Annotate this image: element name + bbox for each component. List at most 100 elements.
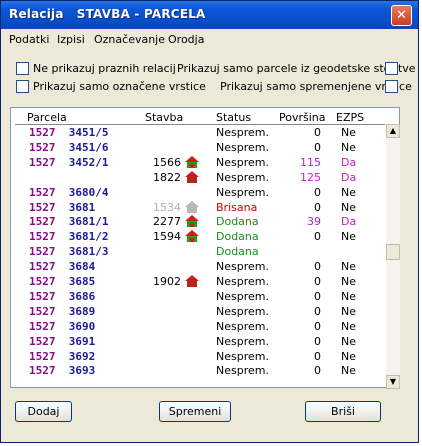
- add-button[interactable]: Dodaj: [15, 401, 72, 422]
- parcel-number: 3693: [68, 364, 96, 378]
- ezps-cell: Ne: [341, 275, 356, 288]
- status-cell: Nesprem.: [216, 170, 269, 184]
- building-cell: 1822: [153, 170, 181, 184]
- table-row[interactable]: 1822 Nesprem. 125 Da: [11, 170, 383, 185]
- status-cell: Brisana: [216, 200, 258, 214]
- status-cell: Dodana: [216, 230, 259, 244]
- area-cell: 0: [314, 140, 321, 154]
- area-cell: 0: [314, 185, 321, 199]
- parcel-cell: 1527 3451/5: [29, 126, 109, 139]
- status-cell: Nesprem.: [216, 289, 269, 303]
- status-cell: Nesprem.: [216, 334, 269, 348]
- area-cell: 0: [314, 349, 321, 363]
- relacija-window: Relacija STAVBA - PARCELA ✕ Podatki Izpi…: [0, 0, 419, 443]
- table-row[interactable]: 1527 3693 Nesprem. 0 Ne: [11, 363, 383, 378]
- building-cell: 1534: [153, 200, 181, 214]
- table-row[interactable]: 1527 3690 Nesprem. 0 Ne: [11, 319, 383, 334]
- cadastral-community-code: 1527: [29, 155, 56, 169]
- header-status[interactable]: Status: [216, 111, 251, 124]
- header-parcela[interactable]: Parcela: [27, 111, 67, 124]
- cadastral-community-code: 1527: [29, 319, 56, 333]
- cadastral-community-code: 1527: [29, 200, 56, 214]
- ezps-cell: Ne: [341, 140, 356, 154]
- ezps-cell: Ne: [341, 230, 356, 244]
- menu-oznacevanje[interactable]: Označevanje: [94, 33, 165, 46]
- ezps-cell: Ne: [341, 126, 356, 139]
- cadastral-community-code: 1527: [29, 304, 56, 318]
- parcel-cell: 1527 3693: [29, 364, 95, 377]
- table-row[interactable]: 1527 3692 Nesprem. 0 Ne: [11, 349, 383, 364]
- cadastral-community-code: 1527: [29, 230, 56, 244]
- parcel-number: 3681/2: [68, 230, 109, 244]
- only-marked-rows-checkbox[interactable]: [16, 80, 29, 93]
- only-changed-rows-checkbox[interactable]: [385, 80, 398, 93]
- parcel-number: 3684: [68, 260, 96, 274]
- area-cell: 39: [307, 215, 321, 229]
- title-bar[interactable]: Relacija STAVBA - PARCELA ✕: [1, 1, 418, 29]
- scroll-thumb[interactable]: [386, 244, 400, 260]
- table-row[interactable]: 1527 3691 Nesprem. 0 Ne: [11, 334, 383, 349]
- table-row[interactable]: 1527 3685 1902 Nesprem. 0 Ne: [11, 274, 383, 289]
- cadastral-community-code: 1527: [29, 215, 56, 229]
- parcel-number: 3691: [68, 334, 96, 348]
- parcel-cell: 1527 3685: [29, 275, 95, 288]
- only-marked-rows-label: Prikazuj samo označene vrstice: [33, 80, 206, 93]
- vertical-scrollbar[interactable]: ▲ ▼: [386, 124, 400, 389]
- table-row[interactable]: 1527 3681/2 1594 Dodana 0 Ne: [11, 229, 383, 244]
- building-house-icon: [185, 230, 199, 243]
- parcel-cell: 1527 3681/3: [29, 245, 109, 258]
- parcel-number: 3681/3: [68, 245, 109, 259]
- menu-izpisi[interactable]: Izpisi: [57, 33, 85, 46]
- no-empty-relations-checkbox[interactable]: [16, 62, 29, 75]
- table-row[interactable]: 1527 3452/1 1566 Nesprem. 115 Da: [11, 155, 383, 170]
- ezps-cell: Ne: [341, 349, 356, 363]
- table-row[interactable]: 1527 3681/1 2277 Dodana 39 Da: [11, 214, 383, 229]
- building-house-icon: [185, 170, 199, 183]
- status-cell: Nesprem.: [216, 304, 269, 318]
- building-cell: 2277: [153, 215, 181, 229]
- table-row[interactable]: 1527 3686 Nesprem. 0 Ne: [11, 289, 383, 304]
- ezps-cell: Ne: [341, 304, 356, 318]
- parcel-number: 3692: [68, 349, 96, 363]
- parcel-cell: 1527 3451/6: [29, 141, 109, 154]
- change-button[interactable]: Spremeni: [159, 401, 231, 422]
- area-cell: 0: [314, 275, 321, 288]
- table-row[interactable]: 1527 3451/5 Nesprem. 0 Ne: [11, 125, 383, 140]
- area-cell: 115: [300, 155, 321, 169]
- parcel-cell: [29, 171, 42, 184]
- area-cell: 0: [314, 230, 321, 244]
- cadastral-community-code: 1527: [29, 289, 56, 303]
- only-geodetic-parcels-checkbox[interactable]: [385, 62, 398, 75]
- ezps-cell: Ne: [341, 260, 356, 274]
- table-row[interactable]: 1527 3684 Nesprem. 0 Ne: [11, 259, 383, 274]
- area-cell: 0: [314, 126, 321, 139]
- table-row[interactable]: 1527 3680/4 Nesprem. 0 Ne: [11, 185, 383, 200]
- area-cell: 0: [314, 319, 321, 333]
- ezps-cell: Da: [341, 170, 357, 184]
- cadastral-community-code: 1527: [29, 364, 56, 378]
- header-stavba[interactable]: Stavba: [145, 111, 183, 124]
- only-changed-rows-label: Prikazuj samo spremenjene vrstice: [220, 80, 412, 93]
- scroll-up-button[interactable]: ▲: [386, 124, 400, 138]
- parcel-cell: 1527 3681/2: [29, 230, 109, 243]
- area-cell: 0: [314, 289, 321, 303]
- menu-podatki[interactable]: Podatki: [9, 33, 49, 46]
- menu-orodja[interactable]: Orodja: [168, 33, 204, 46]
- header-ezps[interactable]: EZPS: [336, 111, 364, 124]
- ezps-cell: Da: [341, 155, 357, 169]
- close-button[interactable]: ✕: [391, 5, 412, 26]
- window-title: Relacija STAVBA - PARCELA: [9, 7, 206, 21]
- status-cell: Nesprem.: [216, 140, 269, 154]
- delete-button[interactable]: Briši: [305, 401, 381, 422]
- area-cell: 0: [314, 304, 321, 318]
- table-row[interactable]: 1527 3681/3 Dodana: [11, 244, 383, 259]
- table-row[interactable]: 1527 3689 Nesprem. 0 Ne: [11, 304, 383, 319]
- cadastral-community-code: 1527: [29, 349, 56, 363]
- header-povrsina[interactable]: Površina: [279, 111, 326, 124]
- scroll-down-button[interactable]: ▼: [386, 375, 400, 389]
- table-row[interactable]: 1527 3681 1534 Brisana 0 Ne: [11, 200, 383, 215]
- table-row[interactable]: 1527 3451/6 Nesprem. 0 Ne: [11, 140, 383, 155]
- relations-list[interactable]: Parcela Stavba Status Površina EZPS 1527…: [10, 107, 400, 389]
- ezps-cell: Ne: [341, 334, 356, 348]
- menu-bar: Podatki Izpisi Označevanje Orodja: [1, 30, 418, 48]
